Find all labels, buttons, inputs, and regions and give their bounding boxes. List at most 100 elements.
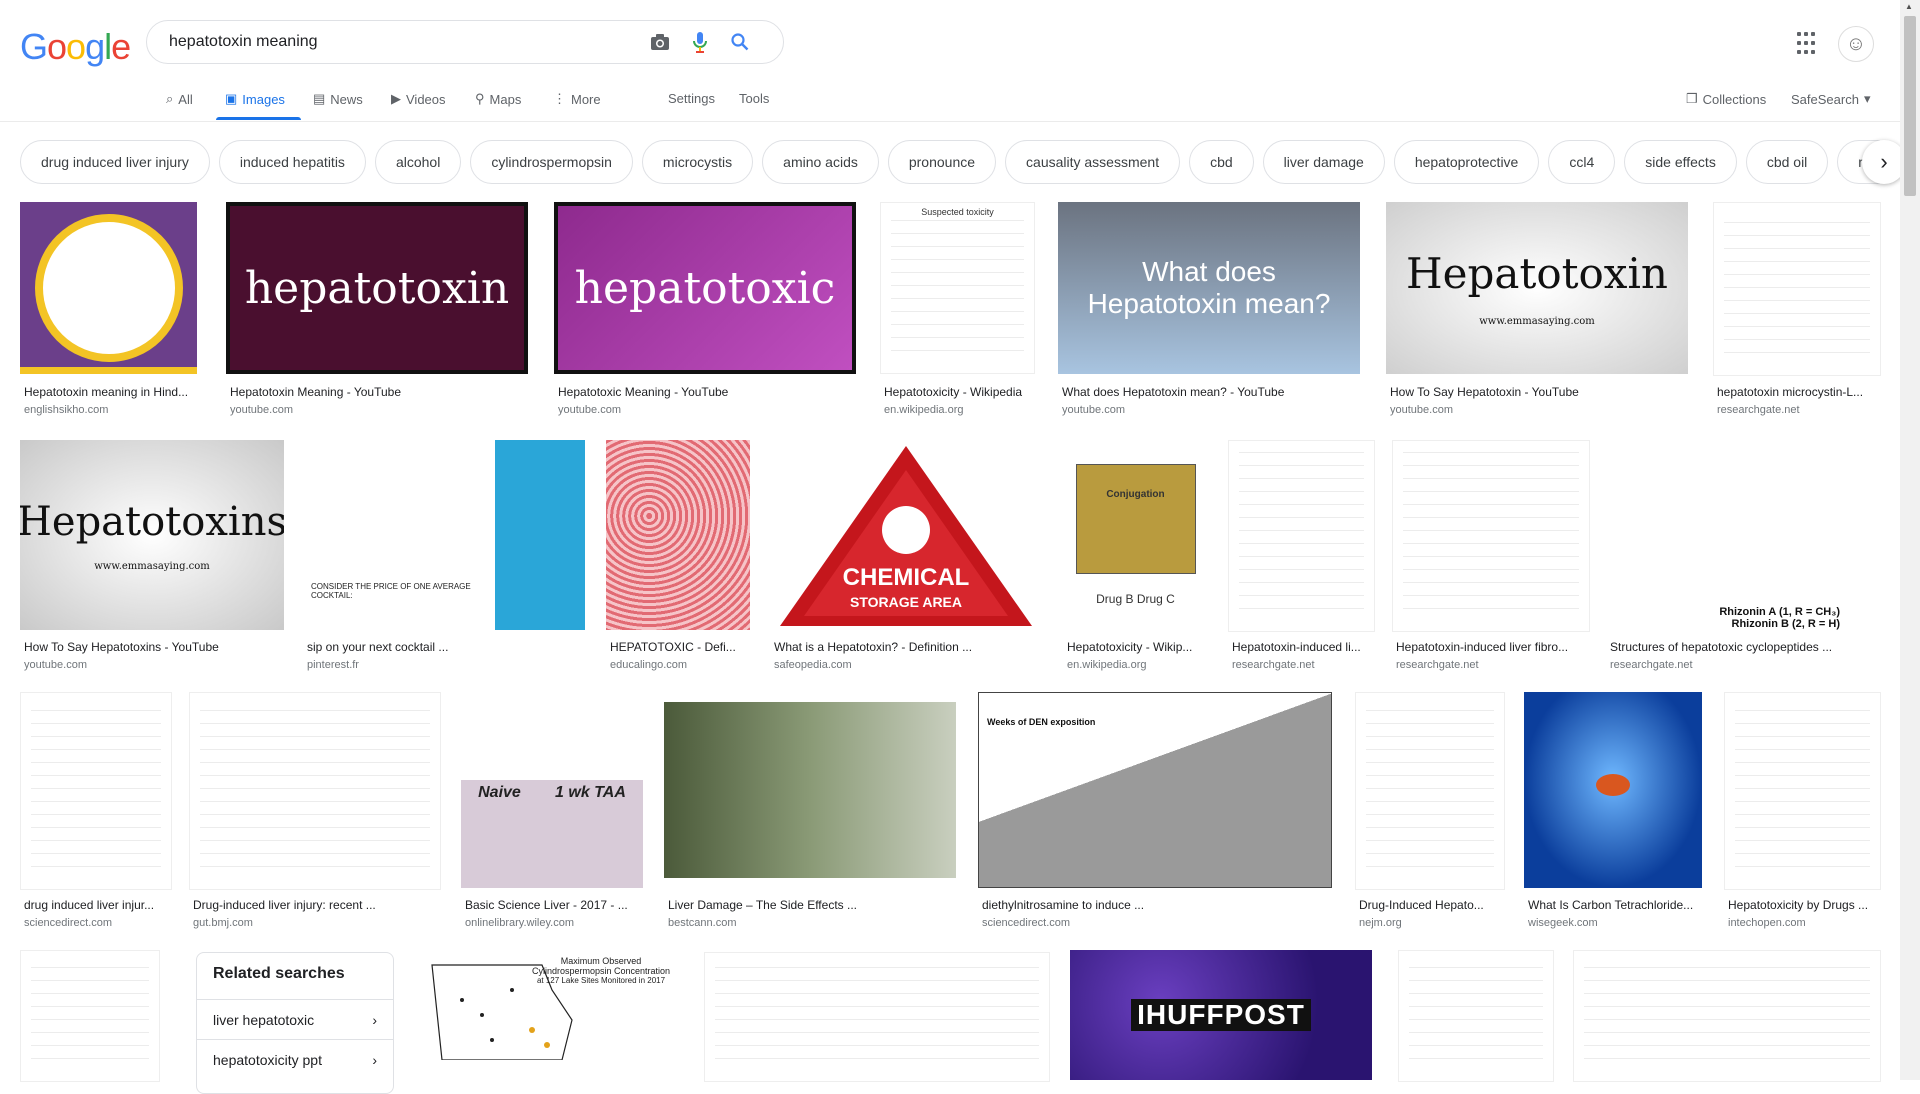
image-result[interactable]: HEPATOTOXIC - Defi... educalingo.com [606,440,750,676]
image-result[interactable]: Hepatotoxin-induced liver fibro... resea… [1392,440,1590,676]
image-result[interactable] [1573,950,1881,1082]
tab-all[interactable]: ⌕ All [166,91,193,107]
settings-link[interactable]: Settings [668,91,715,106]
chip[interactable]: hepatoprotective [1393,140,1540,184]
safesearch-dropdown[interactable]: SafeSearch ▾ [1791,91,1870,107]
result-source: en.wikipedia.org [884,404,964,416]
image-result[interactable]: Hepatotoxin meaning in Hind... englishsi… [20,202,197,420]
image-result[interactable]: Hepatotoxin-induced li... researchgate.n… [1228,440,1375,676]
image-result[interactable] [704,952,1050,1082]
image-result[interactable]: Maximum Observed Cylindrospermopsin Conc… [412,952,684,1080]
chip[interactable]: cylindrospermopsin [470,140,633,184]
result-source: youtube.com [1390,404,1453,416]
tools-link[interactable]: Tools [739,91,769,106]
result-source: researchgate.net [1396,659,1479,671]
image-result[interactable]: IHUFFPOST [1070,950,1372,1080]
result-thumbnail: What does Hepatotoxin mean? [1058,202,1360,374]
image-result[interactable]: What does Hepatotoxin mean? What does He… [1058,202,1360,420]
image-result[interactable]: Drug-induced liver injury: recent ... gu… [189,692,441,932]
tab-videos[interactable]: ▶ Videos [391,91,446,107]
result-source: nejm.org [1359,917,1402,929]
avatar[interactable]: ☺ [1838,26,1874,62]
image-result[interactable]: hepatotoxin microcystin-L... researchgat… [1713,202,1881,420]
chip[interactable]: induced hepatitis [218,140,366,184]
microphone-icon[interactable] [689,31,711,53]
related-search-item[interactable]: liver hepatotoxic › [197,999,393,1039]
chevron-right-icon: › [372,1051,377,1068]
chip[interactable]: causality assessment [1005,140,1181,184]
result-source: wisegeek.com [1528,917,1598,929]
apps-grid-icon[interactable] [1797,32,1821,56]
result-title: How To Say Hepatotoxins - YouTube [24,640,219,654]
camera-icon[interactable] [649,31,671,53]
related-search-item[interactable]: hepatotoxicity ppt › [197,1039,393,1079]
map-icon: ⚲ [475,91,485,106]
image-result[interactable]: Naive 1 wk TAA Basic Science Liver - 2017… [461,692,643,932]
image-result[interactable]: Weeks of DEN exposition diethylnitrosami… [978,692,1332,932]
result-title: Basic Science Liver - 2017 - ... [465,898,628,912]
image-result[interactable]: CHEMICAL STORAGE AREA What is a Hepatotox… [770,440,1042,676]
result-thumbnail: hepatotoxic [554,202,856,374]
result-thumbnail [1355,692,1505,890]
result-source: sciencedirect.com [982,917,1071,929]
google-logo[interactable]: Google [20,26,131,68]
chip[interactable]: drug induced liver injury [20,140,210,184]
search-icon[interactable] [729,31,751,53]
image-result[interactable]: What Is Carbon Tetrachloride... wisegeek… [1524,692,1702,932]
search-icon: ⌕ [166,91,174,106]
image-result[interactable]: Rhizonin A (1, R = CH₃) Rhizonin B (2, R … [1606,440,1880,676]
chip[interactable]: pronounce [887,140,997,184]
image-result[interactable] [1398,950,1554,1082]
image-result[interactable]: CONSIDER THE PRICE OF ONE AVERAGE COCKTA… [303,440,585,676]
scroll-up-icon[interactable]: ▲ [1905,2,1913,11]
result-source: sciencedirect.com [24,917,113,929]
image-result[interactable]: Hepatotoxins www.emmasaying.com How To Sa… [20,440,284,676]
result-title: What does Hepatotoxin mean? - YouTube [1062,385,1285,399]
chip[interactable]: cbd [1189,140,1254,184]
search-box[interactable] [146,20,784,64]
result-thumbnail [1524,692,1702,888]
chip[interactable]: ccl4 [1548,140,1616,184]
image-result[interactable]: Hepatotoxin www.emmasaying.com How To Say… [1386,202,1688,420]
search-input[interactable] [167,32,631,52]
image-result[interactable]: Drug-Induced Hepato... nejm.org [1355,692,1505,932]
image-result[interactable]: hepatotoxin Hepatotoxin Meaning - YouTub… [226,202,528,420]
image-result[interactable]: hepatotoxic Hepatotoxic Meaning - YouTub… [554,202,856,420]
chevron-right-icon: › [372,1011,377,1028]
chip[interactable]: amino acids [762,140,879,184]
image-result[interactable]: Liver Damage – The Side Effects ... best… [664,692,956,932]
image-result[interactable]: drug induced liver injur... sciencedirec… [20,692,172,932]
result-thumbnail [1392,440,1590,632]
chip[interactable]: liver damage [1262,140,1385,184]
result-source: youtube.com [24,659,87,671]
result-source: youtube.com [230,404,293,416]
tab-news[interactable]: ▤ News [313,91,363,107]
result-title: sip on your next cocktail ... [307,640,449,654]
scrollbar-thumb[interactable] [1904,16,1916,196]
tab-more[interactable]: ⋮ More [553,91,601,107]
video-icon: ▶ [391,91,401,106]
image-result[interactable] [20,950,160,1082]
result-thumbnail: Conjugation Drug B Drug C [1063,440,1208,630]
chip[interactable]: microcystis [641,140,754,184]
result-title: Hepatotoxin-induced liver fibro... [1396,640,1569,654]
chip[interactable]: alcohol [374,140,462,184]
chip[interactable]: cbd oil [1745,140,1829,184]
result-thumbnail [1228,440,1375,632]
image-result[interactable]: Hepatotoxicity by Drugs ... intechopen.c… [1724,692,1881,932]
image-result[interactable]: Suspected toxicity Hepatotoxicity - Wiki… [880,202,1035,420]
tab-maps[interactable]: ⚲ Maps [475,91,521,107]
result-source: bestcann.com [668,917,737,929]
result-title: What is a Hepatotoxin? - Definition ... [774,640,973,654]
active-tab-indicator [216,117,301,120]
result-thumbnail: Rhizonin A (1, R = CH₃) Rhizonin B (2, R … [1606,440,1880,630]
collections-link[interactable]: ❒ Collections [1686,91,1766,107]
result-source: researchgate.net [1232,659,1315,671]
result-title: Hepatotoxicity - Wikip... [1067,640,1193,654]
chip[interactable]: side effects [1624,140,1737,184]
result-title: diethylnitrosamine to induce ... [982,898,1145,912]
image-result[interactable]: Conjugation Drug B Drug C Hepatotoxicity… [1063,440,1208,676]
tab-images[interactable]: ▣ Images [225,91,285,107]
result-source: researchgate.net [1717,404,1800,416]
result-thumbnail [1573,950,1881,1082]
